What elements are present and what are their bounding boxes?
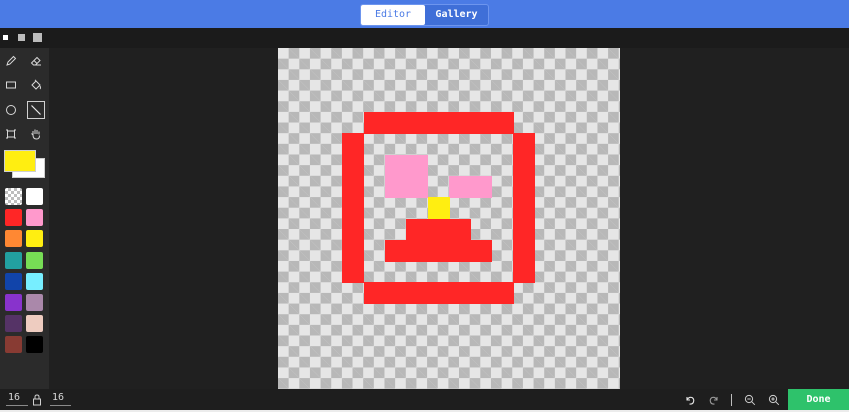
- line-icon[interactable]: [27, 101, 45, 119]
- palette-swatch[interactable]: [5, 251, 22, 269]
- bottom-bar: 16 16 Done: [0, 389, 849, 412]
- tab-editor[interactable]: Editor: [361, 5, 425, 25]
- palette-swatch[interactable]: [26, 272, 43, 290]
- eraser-icon[interactable]: [27, 52, 45, 70]
- painted-pixel: [427, 197, 450, 219]
- palette-swatch[interactable]: [26, 188, 43, 205]
- palette-swatch[interactable]: [5, 230, 22, 248]
- top-bar: Editor Gallery: [0, 0, 849, 28]
- height-field[interactable]: 16: [50, 392, 71, 406]
- primary-color[interactable]: [4, 150, 36, 172]
- zoom-out-icon[interactable]: [743, 393, 757, 407]
- palette-swatch[interactable]: [5, 209, 22, 227]
- brush-size-row: [0, 28, 849, 48]
- painted-pixel: [384, 154, 429, 198]
- palette-swatch[interactable]: [26, 315, 43, 333]
- palette-swatch[interactable]: [5, 188, 22, 205]
- tool-sidebar: [0, 48, 49, 389]
- tab-gallery[interactable]: Gallery: [425, 5, 488, 25]
- pencil-icon[interactable]: [2, 52, 20, 70]
- brush-size-medium[interactable]: [18, 34, 25, 41]
- zoom-in-icon[interactable]: [767, 393, 781, 407]
- painted-pixel: [363, 111, 514, 134]
- palette-swatch[interactable]: [5, 336, 22, 354]
- lock-icon[interactable]: [30, 393, 44, 407]
- palette-swatch[interactable]: [26, 251, 43, 269]
- pixel-canvas[interactable]: [278, 48, 620, 389]
- select-icon[interactable]: [2, 125, 20, 143]
- painted-pixel: [384, 239, 493, 262]
- painted-pixel: [449, 175, 493, 198]
- painted-pixel: [513, 133, 535, 283]
- undo-icon[interactable]: [683, 393, 697, 407]
- painted-pixel: [406, 218, 471, 241]
- painted-pixel: [363, 282, 514, 305]
- toolbar-divider: [731, 394, 732, 406]
- hand-icon[interactable]: [27, 125, 45, 143]
- palette-swatch[interactable]: [26, 336, 43, 354]
- palette-swatch[interactable]: [26, 230, 43, 248]
- redo-icon[interactable]: [707, 393, 721, 407]
- painted-pixel: [342, 133, 364, 283]
- brush-size-large[interactable]: [33, 33, 42, 42]
- palette-swatch[interactable]: [5, 315, 22, 333]
- palette-swatch[interactable]: [26, 209, 43, 227]
- done-button[interactable]: Done: [788, 389, 849, 410]
- palette-swatch[interactable]: [5, 272, 22, 290]
- brush-size-small[interactable]: [3, 35, 8, 40]
- circle-icon[interactable]: [2, 101, 20, 119]
- width-field[interactable]: 16: [6, 392, 28, 406]
- tab-switcher: Editor Gallery: [360, 4, 489, 26]
- palette-swatch[interactable]: [26, 294, 43, 311]
- fill-bucket-icon[interactable]: [27, 76, 45, 94]
- rectangle-icon[interactable]: [2, 76, 20, 94]
- palette-swatch[interactable]: [5, 294, 22, 311]
